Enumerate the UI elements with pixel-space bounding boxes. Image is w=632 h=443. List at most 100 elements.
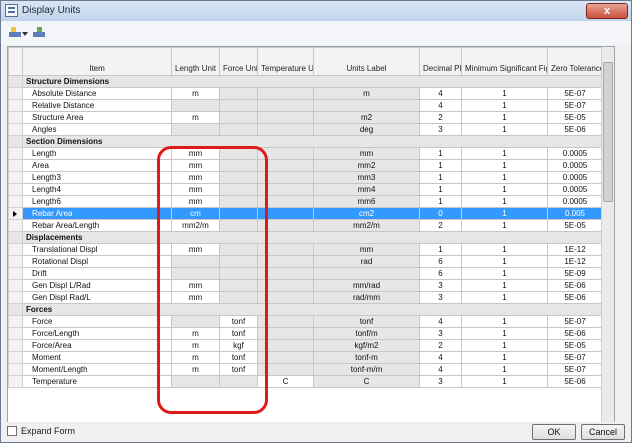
cell-min-significant-figures[interactable]: 1: [461, 99, 548, 112]
cell-force-unit[interactable]: [219, 279, 258, 292]
table-row[interactable]: Length4 mm mm4 1 1 0.0005: [8, 183, 614, 196]
cell-units-label[interactable]: tonf-m/m: [313, 363, 420, 376]
cell-length-unit[interactable]: mm: [171, 279, 220, 292]
table-row[interactable]: Moment/Length m tonf tonf-m/m 4 1 5E-07: [8, 363, 614, 376]
cell-length-unit[interactable]: [171, 267, 220, 280]
header-force-unit[interactable]: Force Unit: [219, 47, 258, 76]
cell-temperature-unit[interactable]: [257, 279, 314, 292]
cell-length-unit[interactable]: m: [171, 351, 220, 364]
cell-min-significant-figures[interactable]: 1: [461, 171, 548, 184]
cell-force-unit[interactable]: [219, 267, 258, 280]
cell-min-significant-figures[interactable]: 1: [461, 87, 548, 100]
header-zero-tolerance[interactable]: Zero Tolerance: [547, 47, 603, 76]
header-units-label[interactable]: Units Label: [313, 47, 420, 76]
table-row[interactable]: Gen Displ Rad/L mm rad/mm 3 1 5E-06: [8, 291, 614, 304]
table-row[interactable]: Force/Area m kgf kgf/m2 2 1 5E-05: [8, 339, 614, 352]
cell-units-label[interactable]: cm2: [313, 207, 420, 220]
cell-length-unit[interactable]: cm: [171, 207, 220, 220]
cell-units-label[interactable]: tonf/m: [313, 327, 420, 340]
cell-units-label[interactable]: [313, 267, 420, 280]
row-header[interactable]: [8, 231, 23, 244]
cell-temperature-unit[interactable]: [257, 363, 314, 376]
cell-zero-tolerance[interactable]: 5E-07: [547, 351, 603, 364]
cell-temperature-unit[interactable]: [257, 219, 314, 232]
cell-length-unit[interactable]: m: [171, 111, 220, 124]
cell-force-unit[interactable]: [219, 195, 258, 208]
cell-min-significant-figures[interactable]: 1: [461, 219, 548, 232]
cell-force-unit[interactable]: [219, 255, 258, 268]
cell-min-significant-figures[interactable]: 1: [461, 267, 548, 280]
row-header[interactable]: [8, 267, 23, 280]
cell-temperature-unit[interactable]: C: [257, 375, 314, 388]
row-header[interactable]: [8, 183, 23, 196]
table-row[interactable]: Length3 mm mm3 1 1 0.0005: [8, 171, 614, 184]
cell-zero-tolerance[interactable]: 5E-06: [547, 279, 603, 292]
cell-temperature-unit[interactable]: [257, 123, 314, 136]
cell-units-label[interactable]: kgf/m2: [313, 339, 420, 352]
cell-temperature-unit[interactable]: [257, 339, 314, 352]
cell-decimal-places[interactable]: 3: [419, 123, 462, 136]
cell-temperature-unit[interactable]: [257, 255, 314, 268]
cell-temperature-unit[interactable]: [257, 327, 314, 340]
cell-force-unit[interactable]: tonf: [219, 363, 258, 376]
cell-zero-tolerance[interactable]: 0.0005: [547, 171, 603, 184]
cell-length-unit[interactable]: mm: [171, 243, 220, 256]
cell-units-label[interactable]: mm/rad: [313, 279, 420, 292]
cell-units-label[interactable]: tonf: [313, 315, 420, 328]
row-header[interactable]: [8, 363, 23, 376]
cell-length-unit[interactable]: m: [171, 327, 220, 340]
row-header[interactable]: [8, 303, 23, 316]
cell-decimal-places[interactable]: 3: [419, 279, 462, 292]
expand-form-checkbox[interactable]: [7, 426, 17, 436]
cell-decimal-places[interactable]: 1: [419, 183, 462, 196]
cell-units-label[interactable]: mm: [313, 243, 420, 256]
cell-force-unit[interactable]: [219, 171, 258, 184]
cell-force-unit[interactable]: [219, 219, 258, 232]
cell-decimal-places[interactable]: 2: [419, 339, 462, 352]
cell-temperature-unit[interactable]: [257, 267, 314, 280]
row-header[interactable]: [8, 147, 23, 160]
cell-min-significant-figures[interactable]: 1: [461, 123, 548, 136]
row-header[interactable]: [8, 375, 23, 388]
cell-force-unit[interactable]: kgf: [219, 339, 258, 352]
cell-decimal-places[interactable]: 4: [419, 363, 462, 376]
cell-zero-tolerance[interactable]: 0.0005: [547, 147, 603, 160]
cell-units-label[interactable]: rad: [313, 255, 420, 268]
cell-zero-tolerance[interactable]: 5E-06: [547, 291, 603, 304]
cell-decimal-places[interactable]: 6: [419, 255, 462, 268]
row-header[interactable]: [8, 207, 23, 220]
row-header[interactable]: [8, 159, 23, 172]
cell-temperature-unit[interactable]: [257, 207, 314, 220]
table-row[interactable]: Rebar Area/Length mm2/m mm2/m 2 1 5E-05: [8, 219, 614, 232]
cell-length-unit[interactable]: [171, 375, 220, 388]
ok-button[interactable]: OK: [532, 424, 576, 440]
row-header[interactable]: [8, 75, 23, 88]
table-row[interactable]: Area mm mm2 1 1 0.0005: [8, 159, 614, 172]
table-row[interactable]: Rebar Area cm cm2 0 1 0.005: [8, 207, 614, 220]
header-item[interactable]: Item: [22, 47, 172, 76]
cell-force-unit[interactable]: [219, 87, 258, 100]
cell-decimal-places[interactable]: 1: [419, 159, 462, 172]
cell-temperature-unit[interactable]: [257, 351, 314, 364]
cell-decimal-places[interactable]: 4: [419, 87, 462, 100]
cell-temperature-unit[interactable]: [257, 99, 314, 112]
cell-zero-tolerance[interactable]: 0.0005: [547, 159, 603, 172]
cell-length-unit[interactable]: mm: [171, 147, 220, 160]
cell-zero-tolerance[interactable]: 5E-09: [547, 267, 603, 280]
row-header[interactable]: [8, 195, 23, 208]
row-header[interactable]: [8, 135, 23, 148]
cell-force-unit[interactable]: [219, 147, 258, 160]
cell-decimal-places[interactable]: 1: [419, 243, 462, 256]
table-row[interactable]: Length mm mm 1 1 0.0005: [8, 147, 614, 160]
cell-length-unit[interactable]: mm: [171, 171, 220, 184]
row-header[interactable]: [8, 291, 23, 304]
cell-zero-tolerance[interactable]: 0.005: [547, 207, 603, 220]
table-row[interactable]: Structure Area m m2 2 1 5E-05: [8, 111, 614, 124]
cell-force-unit[interactable]: [219, 183, 258, 196]
cell-zero-tolerance[interactable]: 5E-07: [547, 363, 603, 376]
cell-min-significant-figures[interactable]: 1: [461, 351, 548, 364]
cell-min-significant-figures[interactable]: 1: [461, 363, 548, 376]
cell-decimal-places[interactable]: 1: [419, 171, 462, 184]
cell-decimal-places[interactable]: 4: [419, 99, 462, 112]
cell-force-unit[interactable]: tonf: [219, 327, 258, 340]
